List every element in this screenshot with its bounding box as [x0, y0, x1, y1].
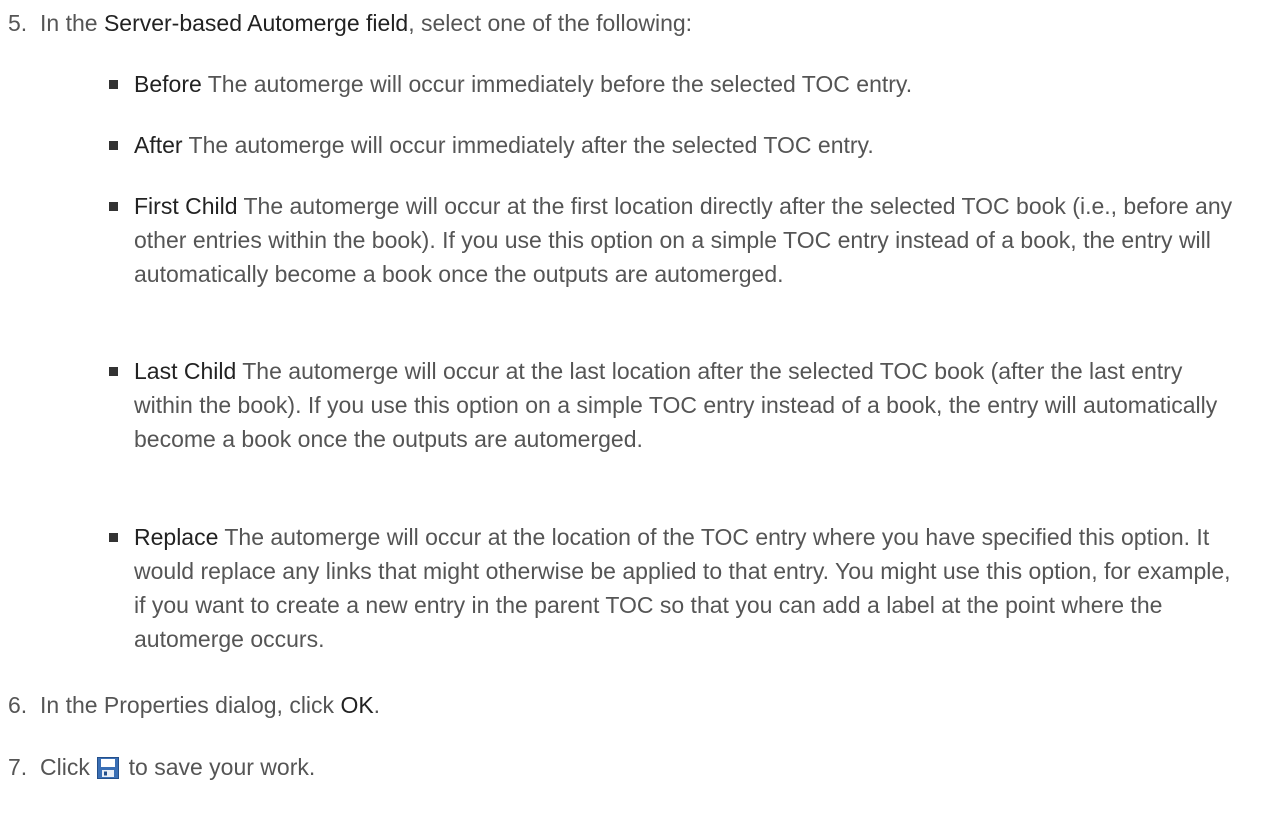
save-icon: [97, 757, 120, 779]
option-term: Before: [134, 71, 202, 97]
step-number: 5.: [8, 10, 28, 36]
option-description: The automerge will occur at the location…: [134, 524, 1231, 652]
option-term: First Child: [134, 193, 238, 219]
ok-button-name: OK: [340, 692, 374, 718]
step-text: In the Server-based Automerge field, sel…: [40, 10, 693, 36]
step-number: 6.: [8, 692, 28, 718]
step-text: Click to save your work.: [40, 754, 316, 780]
option-description: The automerge will occur at the last loc…: [134, 358, 1218, 452]
option-term: Replace: [134, 524, 219, 550]
bullet: [109, 533, 118, 542]
option-term: Last Child: [134, 358, 237, 384]
step-text: In the Properties dialog, click OK.: [40, 692, 381, 718]
field-name: Server-based Automerge field: [103, 10, 409, 36]
bullet: [109, 141, 118, 150]
option-description: The automerge will occur immediately bef…: [201, 71, 913, 97]
step-number: 7.: [8, 754, 28, 780]
document-page: 5. In the Server-based Automerge field, …: [0, 0, 1282, 813]
option-description: The automerge will occur at the first lo…: [134, 193, 1233, 287]
option-term: After: [134, 132, 183, 158]
option-description: The automerge will occur immediately aft…: [182, 132, 874, 158]
bullet: [109, 202, 118, 211]
bullet: [109, 367, 118, 376]
bullet: [109, 80, 118, 89]
